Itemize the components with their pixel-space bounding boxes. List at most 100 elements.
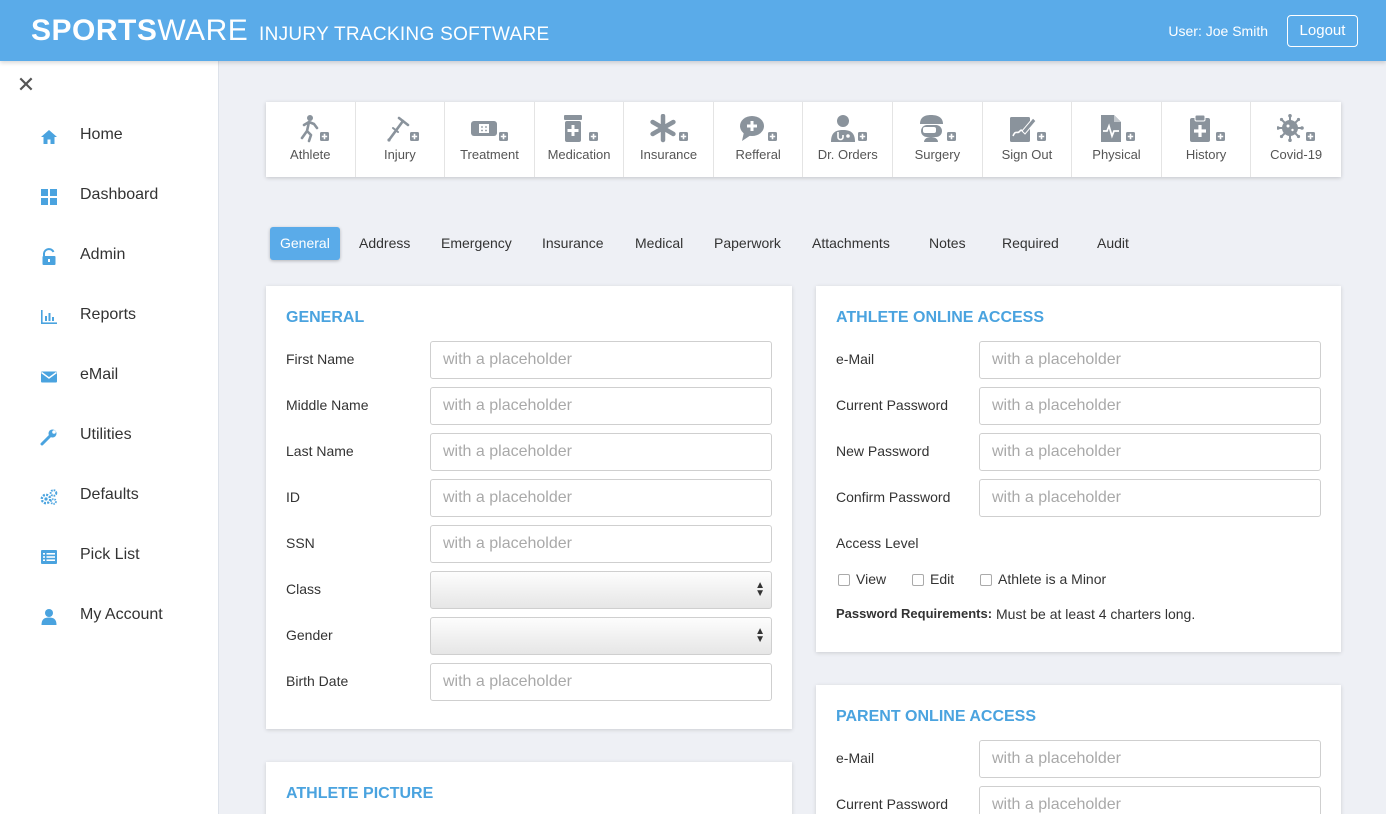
- pill-bottle-icon: [564, 115, 599, 142]
- last-name-input[interactable]: [430, 433, 772, 471]
- athlete-current-password-label: Current Password: [836, 397, 949, 413]
- athlete-confirm-password-label: Confirm Password: [836, 489, 951, 505]
- sidebar-item-utilities[interactable]: Utilities: [0, 414, 218, 458]
- runner-icon: [300, 115, 330, 143]
- athlete-email-label: e-Mail: [836, 351, 875, 367]
- speech-bubble-icon: [740, 116, 778, 141]
- first-name-label: First Name: [286, 351, 355, 367]
- crutch-icon: [387, 116, 419, 142]
- class-label: Class: [286, 581, 322, 597]
- athlete-confirm-password-input[interactable]: [979, 479, 1321, 517]
- tool-medication[interactable]: Medication: [535, 102, 625, 177]
- gears-icon: [40, 489, 58, 505]
- password-requirements-text: Must be at least 4 charters long.: [996, 606, 1196, 622]
- sidebar-item-admin[interactable]: Admin: [0, 234, 218, 278]
- dashboard-icon: [41, 189, 57, 205]
- tool-label: Refferal: [735, 147, 781, 162]
- minor-checkbox-label: Athlete is a Minor: [998, 571, 1107, 587]
- tab-insurance[interactable]: Insurance: [542, 227, 603, 260]
- sidebar-item-reports[interactable]: Reports: [0, 294, 218, 338]
- tool-covid-19[interactable]: Covid-19: [1251, 102, 1341, 177]
- parent-email-input[interactable]: [979, 740, 1321, 778]
- surgeon-icon: [920, 115, 957, 142]
- panel-title: GENERAL: [286, 309, 365, 326]
- tool-treatment[interactable]: Treatment: [445, 102, 535, 177]
- envelope-icon: [41, 371, 57, 383]
- sidebar-item-label: Defaults: [80, 486, 139, 503]
- signature-icon: [1009, 117, 1046, 142]
- tool-athlete[interactable]: Athlete: [266, 102, 356, 177]
- tool-label: Medication: [547, 147, 611, 162]
- sidebar-item-label: My Account: [80, 606, 163, 623]
- view-checkbox-label: View: [856, 571, 887, 587]
- parent-current-password-input[interactable]: [979, 786, 1321, 814]
- tab-audit[interactable]: Audit: [1097, 227, 1129, 260]
- app-header: SPORTSWARE INJURY TRACKING SOFTWARE User…: [0, 0, 1386, 61]
- clipboard-icon: [1190, 114, 1226, 142]
- tab-emergency[interactable]: Emergency: [441, 227, 512, 260]
- password-requirements-label: Password Requirements:: [836, 606, 993, 621]
- asterisk-icon: [649, 114, 688, 143]
- sidebar-item-email[interactable]: eMail: [0, 354, 218, 398]
- athlete-new-password-input[interactable]: [979, 433, 1321, 471]
- logout-button[interactable]: Logout: [1287, 15, 1358, 47]
- birth-date-input[interactable]: [430, 663, 772, 701]
- parent-online-access-panel: PARENT ONLINE ACCESS e-Mail Current Pass…: [816, 685, 1341, 814]
- tab-notes[interactable]: Notes: [929, 227, 966, 260]
- list-icon: [41, 550, 57, 564]
- tool-label: Surgery: [914, 147, 961, 162]
- tool-label: Dr. Orders: [817, 147, 878, 162]
- tool-insurance[interactable]: Insurance: [624, 102, 714, 177]
- gender-select[interactable]: ▲ ▼: [430, 617, 772, 655]
- app-logo: SPORTSWARE: [31, 14, 248, 48]
- edit-checkbox-label: Edit: [930, 571, 955, 587]
- middle-name-input[interactable]: [430, 387, 772, 425]
- home-icon: [41, 130, 57, 144]
- tool-refferal[interactable]: Refferal: [714, 102, 804, 177]
- tool-dr-orders[interactable]: Dr. Orders: [803, 102, 894, 177]
- bandage-icon: [471, 121, 509, 141]
- logo-ware: WARE: [157, 14, 249, 47]
- tool-sign-out[interactable]: Sign Out: [983, 102, 1073, 177]
- view-checkbox[interactable]: [838, 574, 850, 586]
- id-label: ID: [286, 489, 300, 505]
- sidebar-item-defaults[interactable]: Defaults: [0, 474, 218, 518]
- tab-paperwork[interactable]: Paperwork: [714, 227, 781, 260]
- close-icon[interactable]: ✕: [16, 74, 36, 96]
- class-select[interactable]: ▲ ▼: [430, 571, 772, 609]
- athlete-picture-panel: ATHLETE PICTURE: [266, 762, 792, 814]
- first-name-input[interactable]: [430, 341, 772, 379]
- pulse-document-icon: [1101, 115, 1136, 142]
- athlete-current-password-input[interactable]: [979, 387, 1321, 425]
- wrench-icon: [40, 429, 57, 446]
- tool-label: Athlete: [290, 147, 331, 162]
- parent-email-label: e-Mail: [836, 750, 875, 766]
- sidebar-item-pick-list[interactable]: Pick List: [0, 534, 218, 578]
- athlete-email-input[interactable]: [979, 341, 1321, 379]
- sidebar-item-my-account[interactable]: My Account: [0, 594, 218, 638]
- tab-attachments[interactable]: Attachments: [812, 227, 890, 260]
- last-name-label: Last Name: [286, 443, 354, 459]
- athlete-online-access-panel: ATHLETE ONLINE ACCESS e-Mail Current Pas…: [816, 286, 1341, 652]
- tab-required[interactable]: Required: [1002, 227, 1059, 260]
- general-panel: GENERAL First Name Middle Name Last Name…: [266, 286, 792, 729]
- tool-injury[interactable]: Injury: [356, 102, 446, 177]
- edit-checkbox[interactable]: [912, 574, 924, 586]
- bar-chart-icon: [41, 310, 57, 324]
- tool-label: History: [1185, 147, 1227, 162]
- ssn-input[interactable]: [430, 525, 772, 563]
- select-arrows-icon: ▲ ▼: [755, 626, 765, 645]
- tool-surgery[interactable]: Surgery: [893, 102, 983, 177]
- minor-checkbox[interactable]: [980, 574, 992, 586]
- tool-physical[interactable]: Physical: [1072, 102, 1162, 177]
- user-icon: [41, 609, 57, 625]
- sidebar-item-home[interactable]: Home: [0, 114, 218, 158]
- id-input[interactable]: [430, 479, 772, 517]
- tool-label: Physical: [1092, 147, 1141, 162]
- sidebar-item-dashboard[interactable]: Dashboard: [0, 174, 218, 218]
- panel-title: PARENT ONLINE ACCESS: [836, 708, 1037, 725]
- tab-medical[interactable]: Medical: [635, 227, 683, 260]
- tab-address[interactable]: Address: [359, 227, 410, 260]
- tab-general[interactable]: General: [270, 227, 340, 260]
- tool-history[interactable]: History: [1162, 102, 1252, 177]
